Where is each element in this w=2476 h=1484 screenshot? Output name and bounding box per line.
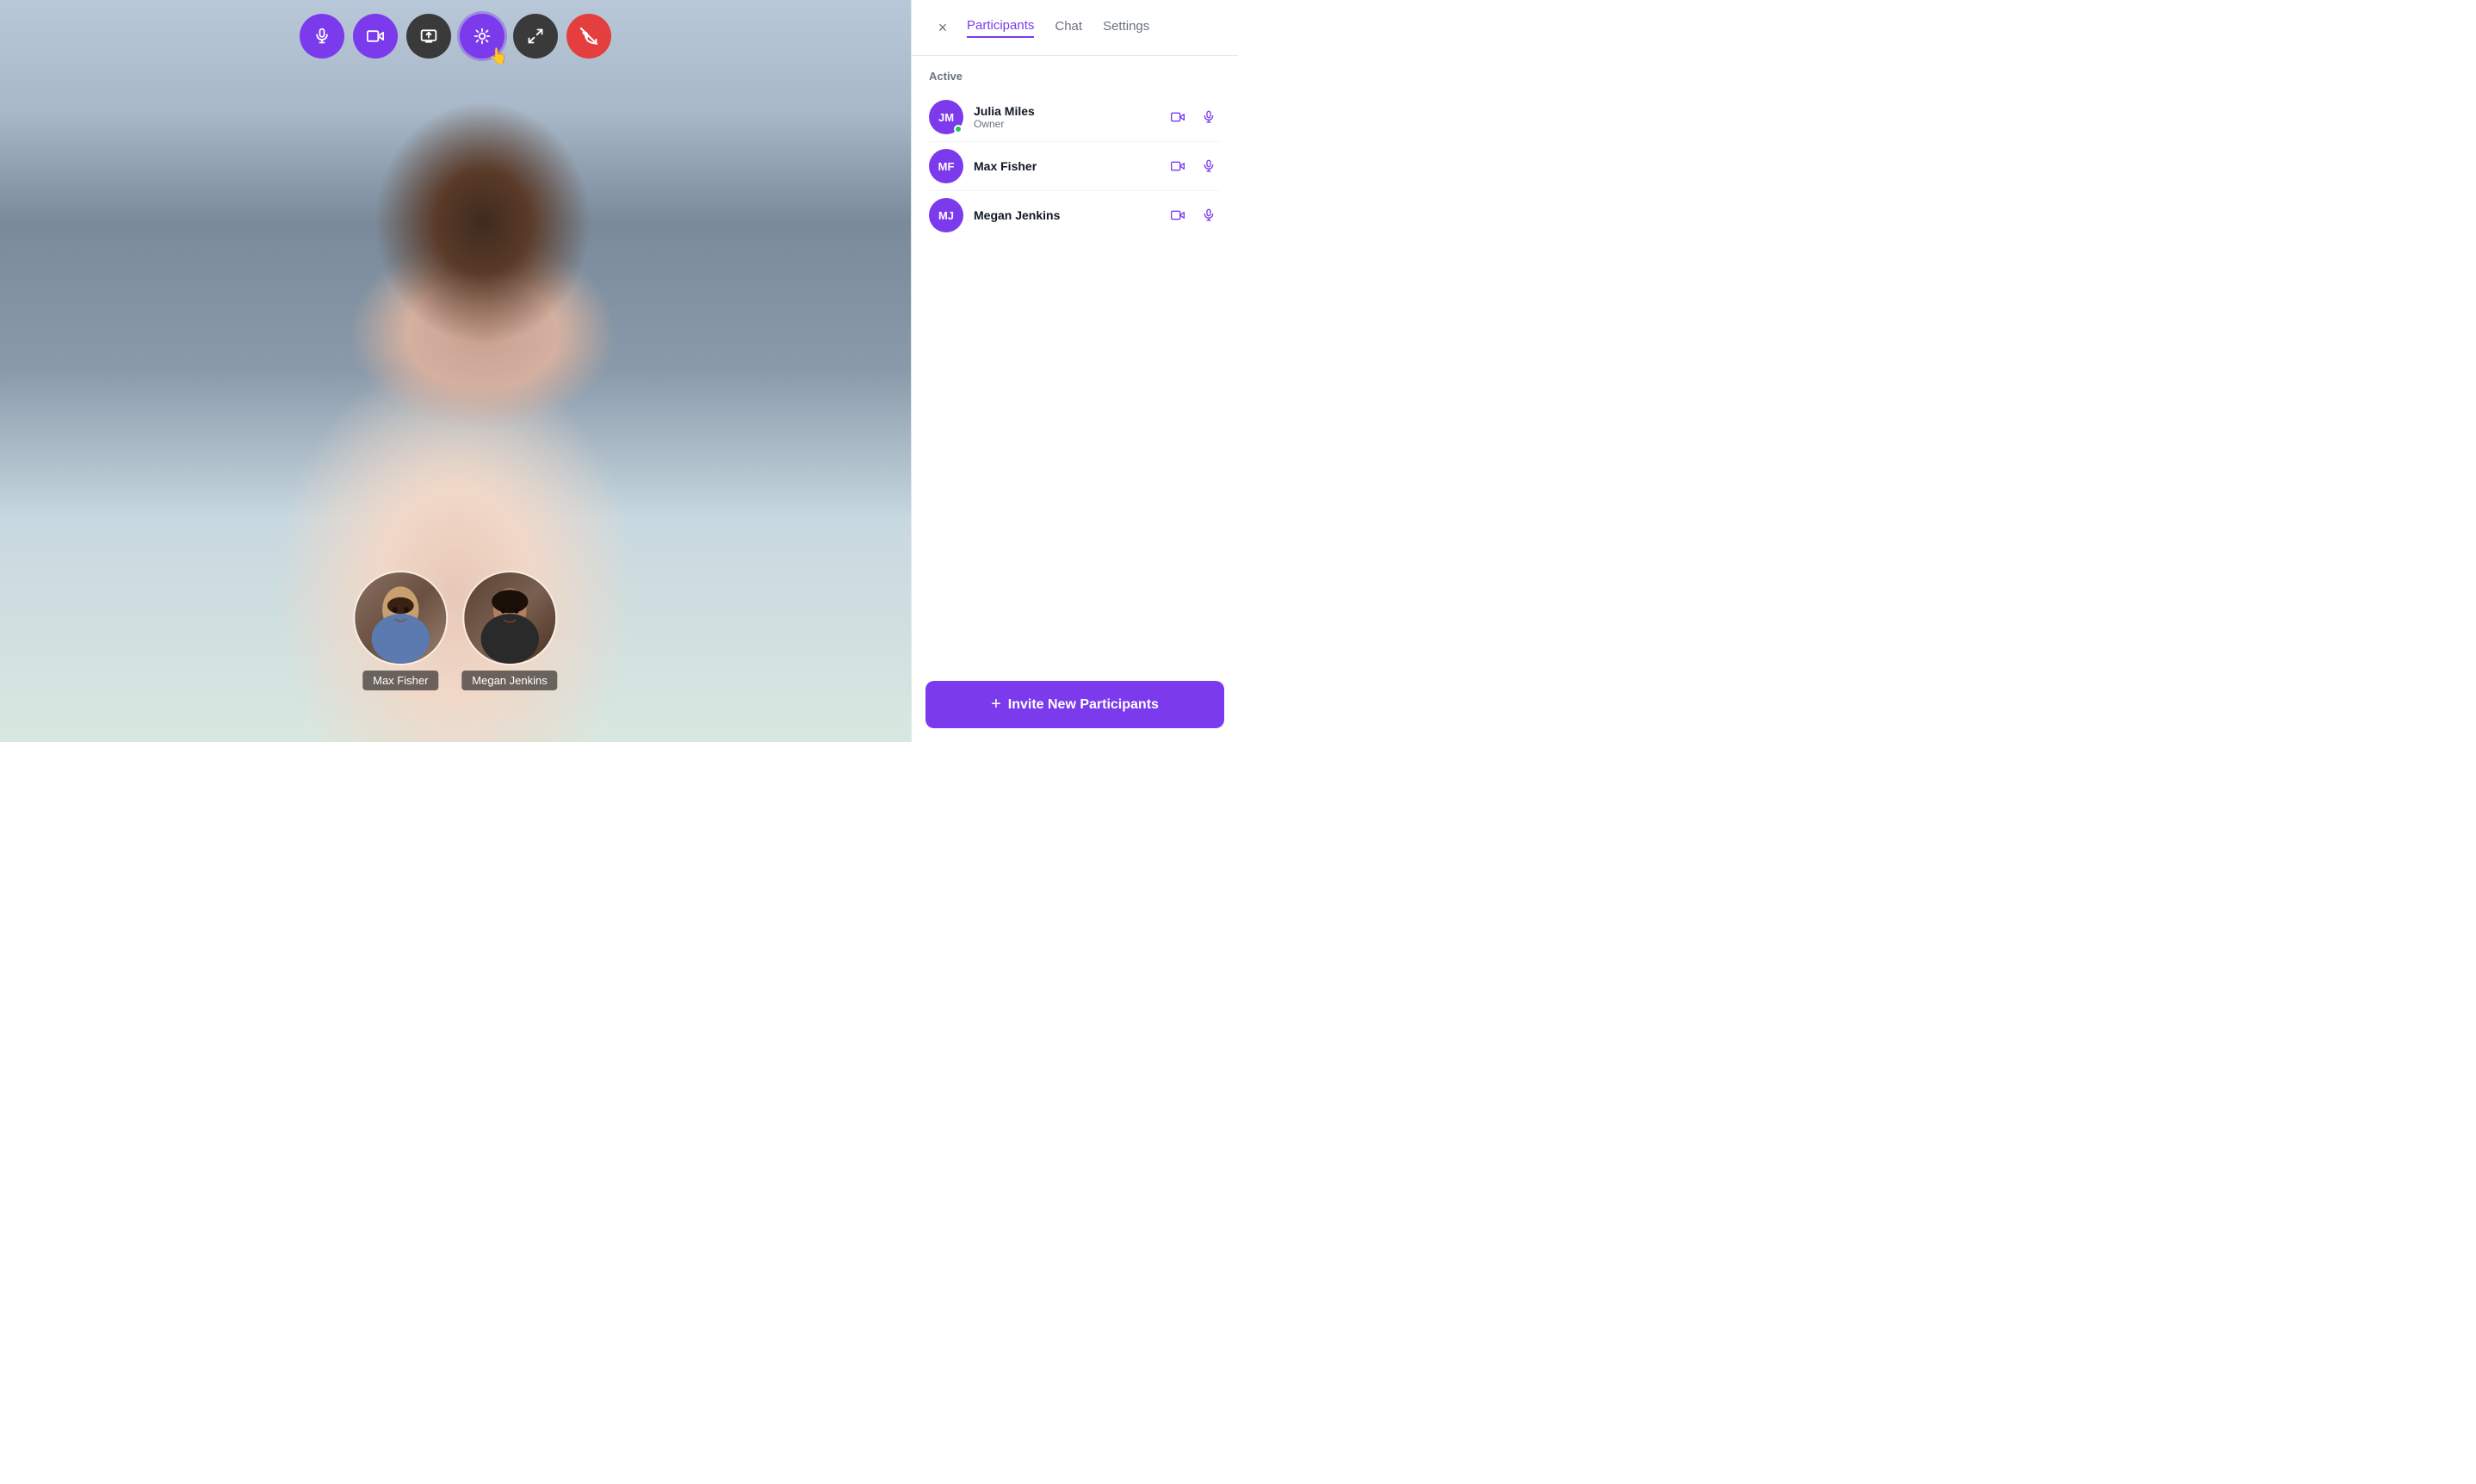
megan-jenkins-camera-icon[interactable]	[1166, 203, 1190, 227]
tab-group: Participants Chat Settings	[967, 18, 1221, 38]
megan-jenkins-info: Megan Jenkins	[974, 208, 1166, 222]
max-fisher-avatar	[353, 571, 448, 665]
participant-row-max-fisher: MF Max Fisher	[929, 142, 1221, 191]
megan-jenkins-label: Megan Jenkins	[461, 671, 557, 690]
camera-button[interactable]	[353, 14, 398, 59]
max-fisher-info: Max Fisher	[974, 159, 1166, 173]
julia-miles-camera-icon[interactable]	[1166, 105, 1190, 129]
invite-new-participants-button[interactable]: + Invite New Participants	[925, 681, 1224, 728]
thumbnails-bar: Max Fisher Megan Jenkins	[353, 571, 557, 690]
megan-jenkins-controls	[1166, 203, 1221, 227]
close-button[interactable]: ×	[929, 14, 956, 41]
julia-miles-name: Julia Miles	[974, 104, 1166, 118]
megan-jenkins-avatar-image	[464, 572, 555, 664]
julia-miles-info: Julia Miles Owner	[974, 104, 1166, 130]
invite-plus-icon: +	[991, 695, 1001, 714]
max-fisher-camera-icon[interactable]	[1166, 154, 1190, 178]
max-fisher-avatar-sidebar: MF	[929, 149, 963, 183]
max-fisher-controls	[1166, 154, 1221, 178]
julia-miles-avatar: JM	[929, 100, 963, 134]
participant-row-julia-miles: JM Julia Miles Owner	[929, 93, 1221, 142]
end-call-button[interactable]	[566, 14, 611, 59]
max-fisher-name: Max Fisher	[974, 159, 1166, 173]
megan-jenkins-name: Megan Jenkins	[974, 208, 1166, 222]
participants-list: Active JM Julia Miles Owner	[912, 56, 1238, 667]
participant-row-megan-jenkins: MJ Megan Jenkins	[929, 191, 1221, 239]
active-section-label: Active	[929, 70, 1221, 83]
sidebar: × Participants Chat Settings Active JM J…	[911, 0, 1238, 742]
online-indicator	[954, 125, 963, 133]
effects-button[interactable]: 👆	[460, 14, 504, 59]
tab-participants[interactable]: Participants	[967, 18, 1034, 38]
thumbnail-max-fisher[interactable]: Max Fisher	[353, 571, 448, 690]
mic-button[interactable]	[300, 14, 344, 59]
sidebar-header: × Participants Chat Settings	[912, 0, 1238, 56]
max-fisher-label: Max Fisher	[362, 671, 438, 690]
screen-share-button[interactable]	[406, 14, 451, 59]
tab-settings[interactable]: Settings	[1103, 18, 1149, 38]
megan-jenkins-avatar-sidebar: MJ	[929, 198, 963, 232]
megan-jenkins-mic-icon[interactable]	[1197, 203, 1221, 227]
julia-miles-role: Owner	[974, 118, 1166, 130]
expand-button[interactable]	[513, 14, 558, 59]
max-fisher-mic-icon[interactable]	[1197, 154, 1221, 178]
tab-chat[interactable]: Chat	[1055, 18, 1082, 38]
video-area: 👆	[0, 0, 911, 742]
invite-label: Invite New Participants	[1008, 697, 1159, 713]
controls-bar: 👆	[300, 14, 611, 59]
thumbnail-megan-jenkins[interactable]: Megan Jenkins	[461, 571, 557, 690]
max-fisher-avatar-image	[355, 572, 446, 664]
julia-miles-mic-icon[interactable]	[1197, 105, 1221, 129]
julia-miles-controls	[1166, 105, 1221, 129]
megan-jenkins-avatar	[462, 571, 557, 665]
